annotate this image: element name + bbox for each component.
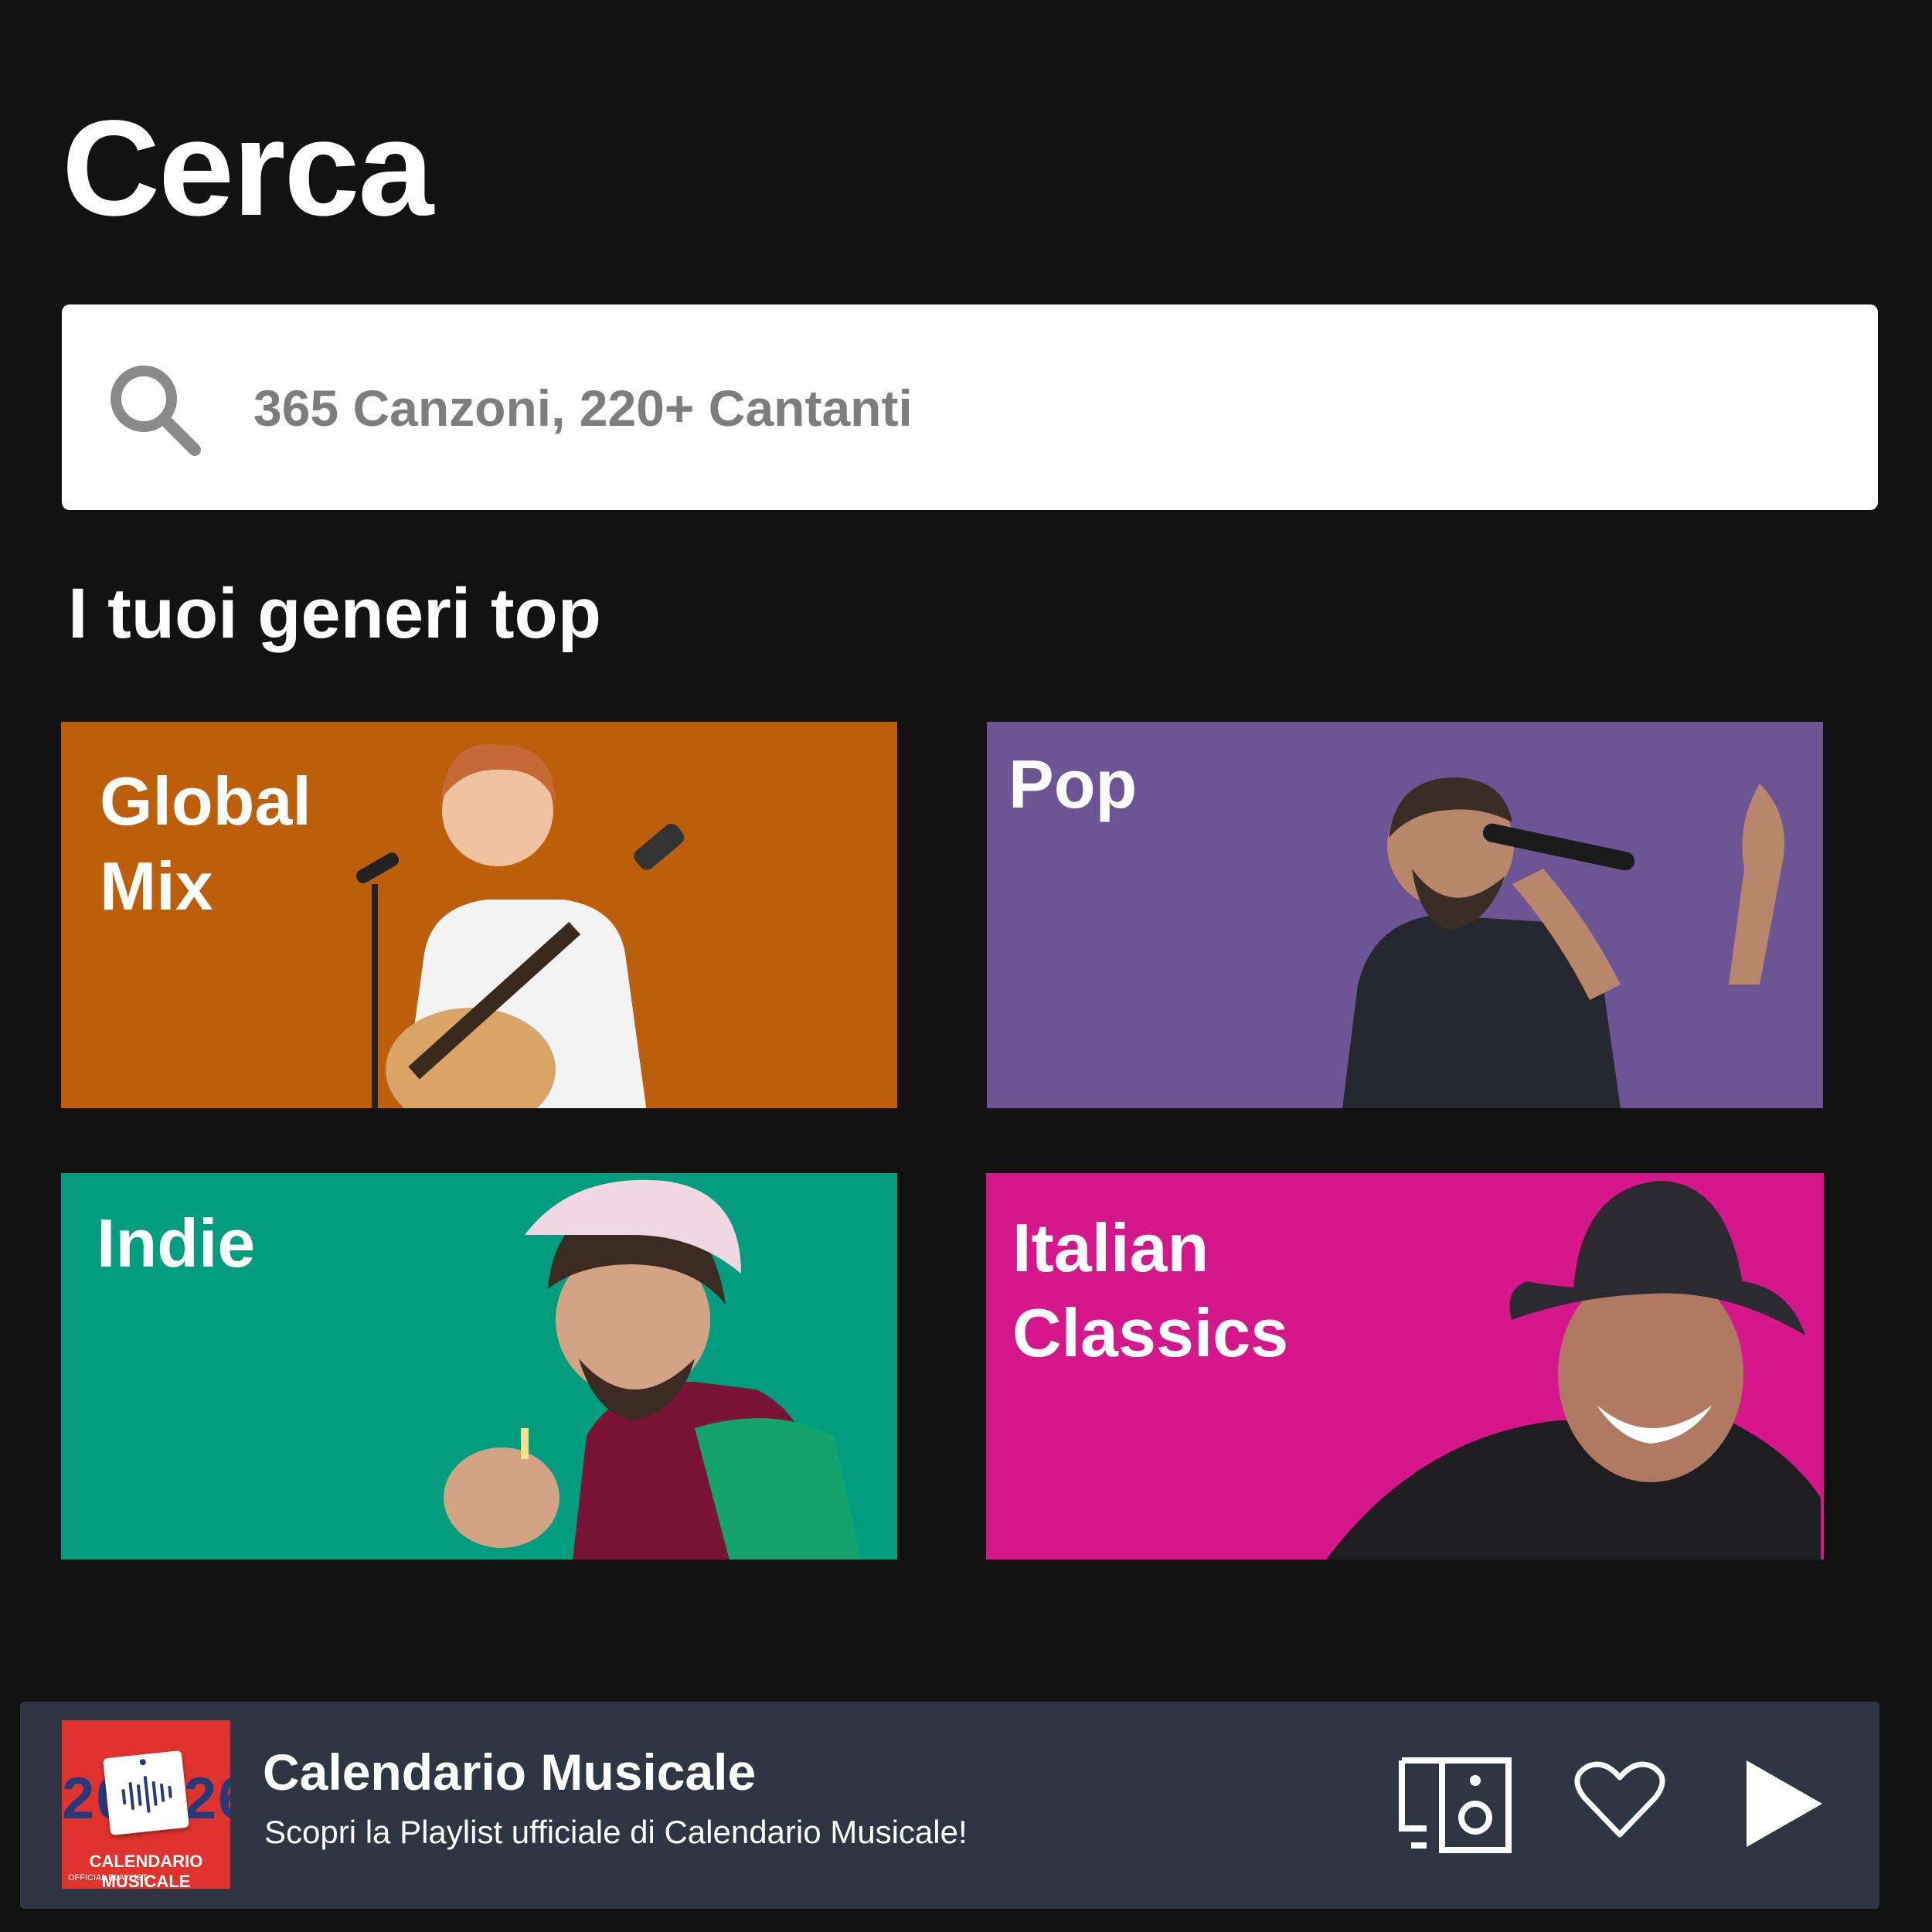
heart-icon[interactable] <box>1573 1757 1666 1842</box>
singer-guitar-image <box>355 743 685 1108</box>
page-title: Cerca <box>62 93 434 244</box>
cover-sub: OFFICIAL PLAYLIST <box>68 1873 148 1883</box>
genre-tile-indie[interactable]: Indie <box>61 1173 897 1560</box>
section-title: I tuoi generi top <box>68 574 601 653</box>
search-icon <box>111 366 201 456</box>
devices-icon[interactable] <box>1396 1754 1519 1855</box>
genre-label: Indie <box>97 1205 256 1281</box>
genre-label: Global Mix <box>100 763 311 924</box>
cover-year-right: 26 <box>183 1766 230 1832</box>
genre-tile-italian-classics[interactable]: Italian Classics <box>986 1173 1824 1560</box>
now-playing-bar[interactable]: 20 26 CALENDARIO MUSICALE OFFICIAL PLAYL… <box>20 1702 1879 1909</box>
genre-tile-global-mix[interactable]: Global Mix <box>61 722 897 1108</box>
genre-label: Italian Classics <box>1012 1209 1289 1371</box>
track-subtitle: Scopri la Playlist ufficiale di Calendar… <box>264 1814 968 1850</box>
singer-microphone-image <box>1342 777 1784 1108</box>
genre-label: Pop <box>1009 746 1138 822</box>
singer-lighter-image <box>444 1179 862 1560</box>
genre-tile-pop[interactable]: Pop <box>987 722 1823 1108</box>
calendar-icon <box>103 1750 189 1836</box>
search-input[interactable] <box>252 304 1847 512</box>
play-icon[interactable] <box>1742 1757 1827 1850</box>
singer-hat-image <box>1326 1181 1821 1560</box>
search-bar[interactable] <box>62 304 1878 512</box>
track-title: Calendario Musicale <box>263 1743 757 1801</box>
cover-name: CALENDARIO MUSICALE <box>89 1852 203 1889</box>
playlist-cover: 20 26 CALENDARIO MUSICALE OFFICIAL PLAYL… <box>62 1720 230 1889</box>
